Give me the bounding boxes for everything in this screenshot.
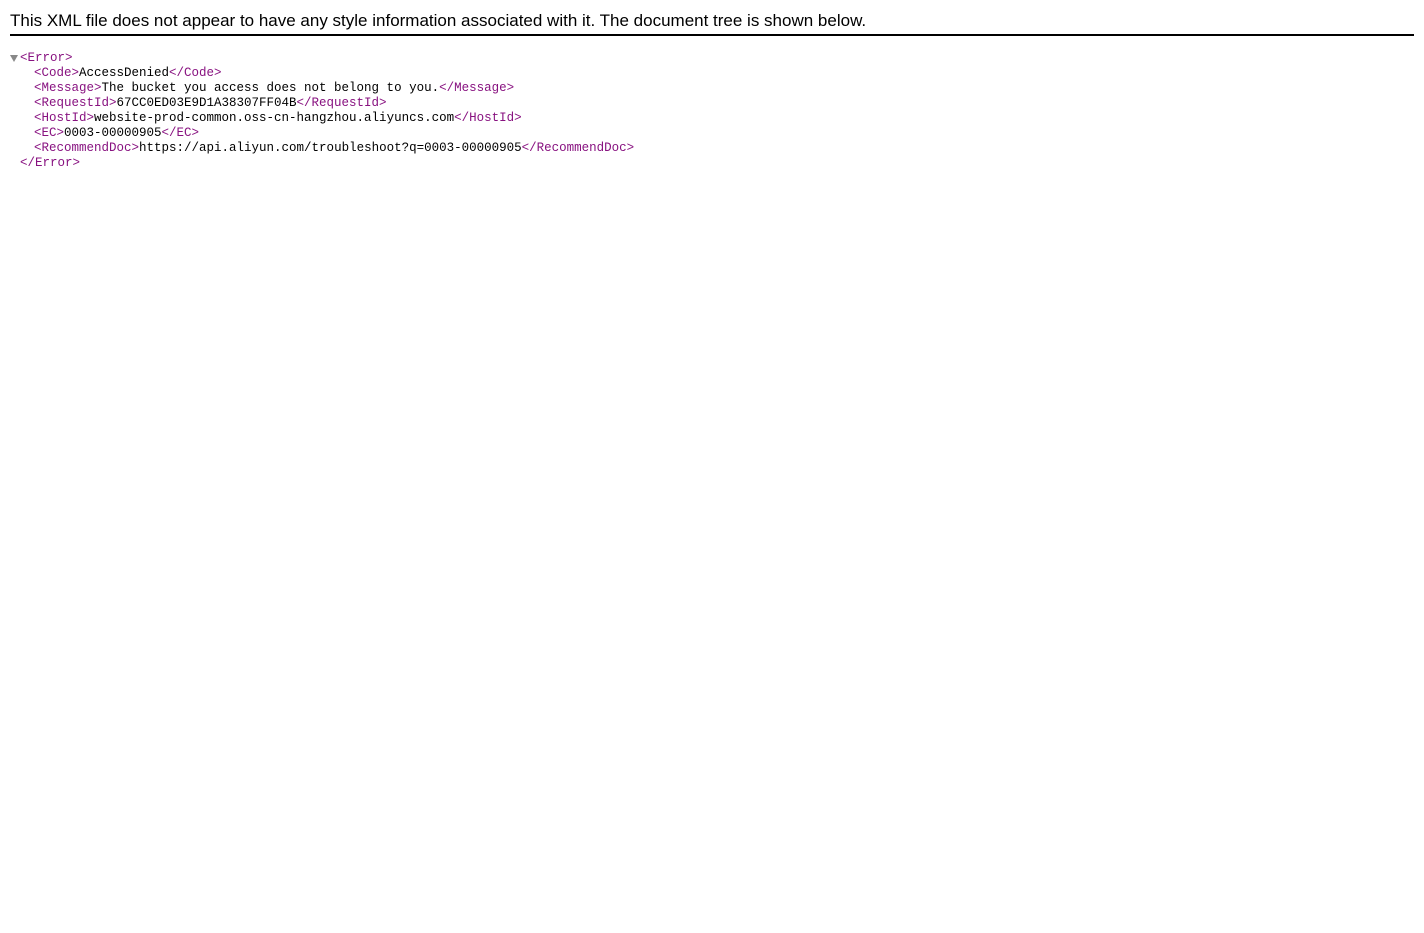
code-close-tag: </Code>: [169, 66, 222, 80]
message-value: The bucket you access does not belong to…: [101, 81, 440, 95]
error-element-open: <Error>: [10, 51, 634, 66]
host-id-close-tag: </HostId>: [454, 111, 522, 125]
message-element: <Message>The bucket you access does not …: [10, 81, 634, 96]
error-close-tag: </Error>: [20, 156, 81, 170]
host-id-open-tag: <HostId>: [34, 111, 95, 125]
ec-element: <EC>0003-00000905</EC>: [10, 126, 634, 141]
ec-open-tag: <EC>: [34, 126, 65, 140]
xml-document-tree: <Error> <Code>AccessDenied</Code> <Messa…: [10, 51, 634, 171]
xml-info-message: This XML file does not appear to have an…: [10, 11, 867, 30]
xml-info-header: This XML file does not appear to have an…: [10, 0, 1414, 36]
message-close-tag: </Message>: [439, 81, 515, 95]
error-open-tag: <Error>: [20, 51, 73, 65]
ec-value: 0003-00000905: [64, 126, 162, 140]
host-id-value: website-prod-common.oss-cn-hangzhou.aliy…: [94, 111, 455, 125]
request-id-open-tag: <RequestId>: [34, 96, 117, 110]
ec-close-tag: </EC>: [161, 126, 200, 140]
recommend-doc-value: https://api.aliyun.com/troubleshoot?q=00…: [139, 141, 522, 155]
recommend-doc-open-tag: <RecommendDoc>: [34, 141, 140, 155]
code-value: AccessDenied: [79, 66, 170, 80]
request-id-close-tag: </RequestId>: [296, 96, 387, 110]
host-id-element: <HostId>website-prod-common.oss-cn-hangz…: [10, 111, 634, 126]
recommend-doc-close-tag: </RecommendDoc>: [521, 141, 635, 155]
request-id-element: <RequestId>67CC0ED03E9D1A38307FF04B</Req…: [10, 96, 634, 111]
code-element: <Code>AccessDenied</Code>: [10, 66, 634, 81]
code-open-tag: <Code>: [34, 66, 80, 80]
request-id-value: 67CC0ED03E9D1A38307FF04B: [116, 96, 297, 110]
collapse-toggle-icon[interactable]: [10, 55, 18, 62]
recommend-doc-element: <RecommendDoc>https://api.aliyun.com/tro…: [10, 141, 634, 156]
error-element-close: </Error>: [10, 156, 634, 171]
message-open-tag: <Message>: [34, 81, 102, 95]
